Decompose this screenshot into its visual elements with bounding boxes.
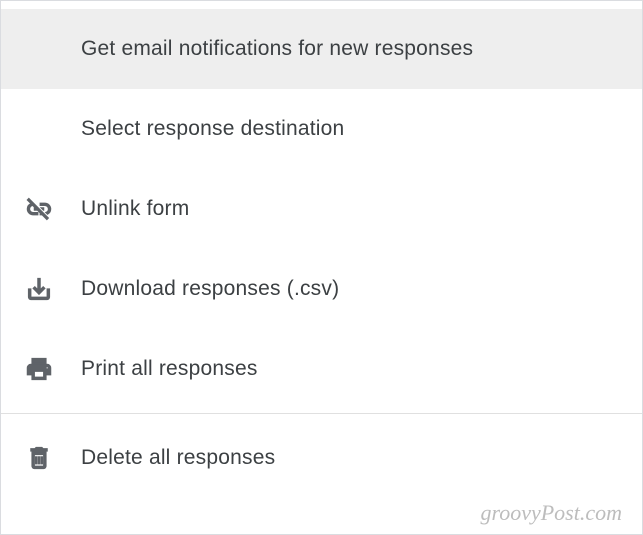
responses-menu: Get email notifications for new response… bbox=[1, 1, 642, 506]
delete-icon bbox=[25, 444, 53, 472]
menu-item-email-notifications[interactable]: Get email notifications for new response… bbox=[1, 9, 642, 89]
menu-item-label: Delete all responses bbox=[81, 446, 275, 470]
menu-item-unlink-form[interactable]: Unlink form bbox=[1, 169, 642, 249]
print-icon bbox=[25, 355, 53, 383]
menu-item-download-csv[interactable]: Download responses (.csv) bbox=[1, 249, 642, 329]
menu-item-label: Print all responses bbox=[81, 357, 258, 381]
menu-divider bbox=[1, 413, 642, 414]
icon-slot bbox=[21, 444, 81, 472]
icon-slot bbox=[21, 195, 81, 223]
download-icon bbox=[25, 275, 53, 303]
menu-item-label: Select response destination bbox=[81, 117, 344, 141]
icon-slot bbox=[21, 275, 81, 303]
menu-item-label: Get email notifications for new response… bbox=[81, 37, 473, 61]
menu-item-select-destination[interactable]: Select response destination bbox=[1, 89, 642, 169]
icon-slot bbox=[21, 355, 81, 383]
menu-item-print-responses[interactable]: Print all responses bbox=[1, 329, 642, 409]
unlink-icon bbox=[25, 195, 53, 223]
menu-item-delete-responses[interactable]: Delete all responses bbox=[1, 418, 642, 498]
menu-item-label: Download responses (.csv) bbox=[81, 277, 339, 301]
menu-item-label: Unlink form bbox=[81, 197, 189, 221]
